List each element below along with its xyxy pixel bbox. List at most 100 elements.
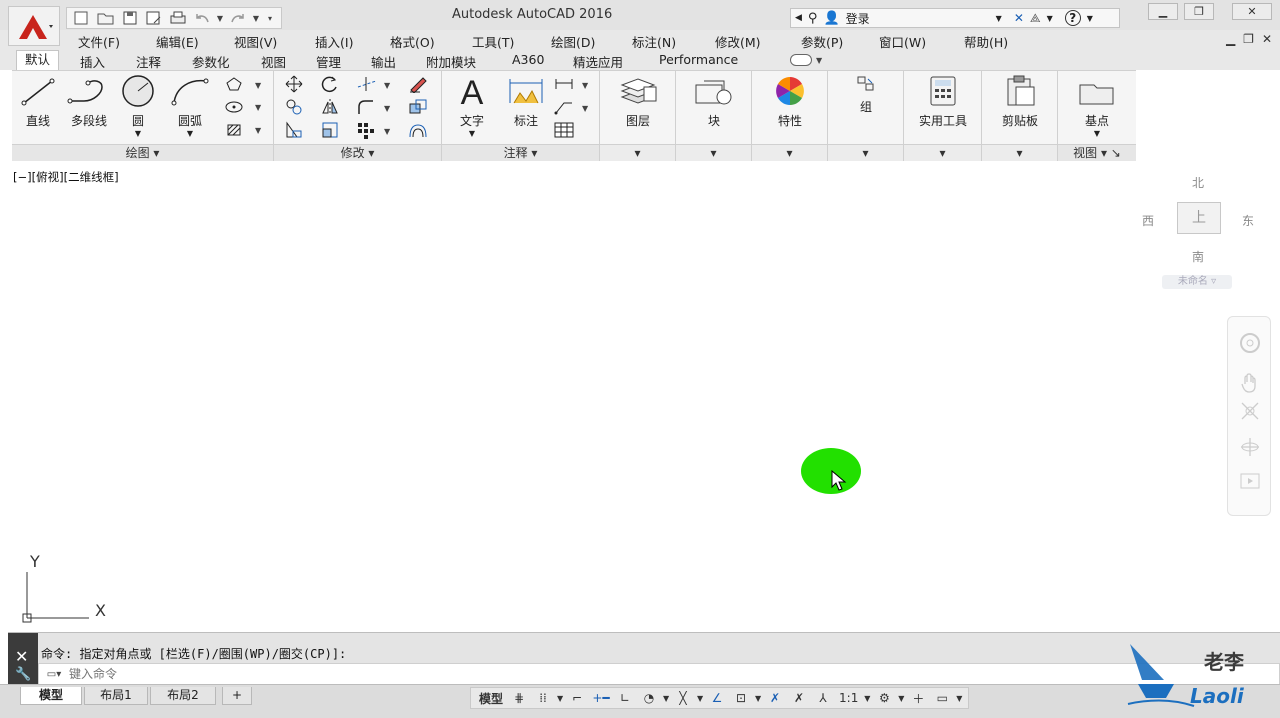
doc-close-icon[interactable]: ✕ xyxy=(1262,32,1272,46)
properties-dropdown-icon[interactable]: ▾ xyxy=(752,144,827,161)
polyline-button[interactable]: 多段线 xyxy=(66,75,112,129)
pan-icon[interactable] xyxy=(1236,369,1264,397)
tab-layout1[interactable]: 布局1 xyxy=(84,687,148,705)
circle-button[interactable]: 圆 ▼ xyxy=(116,75,160,138)
arc-button[interactable]: 圆弧 ▼ xyxy=(168,75,212,138)
command-line-customize-icon[interactable]: 🔧 xyxy=(15,667,31,682)
annotation-scale-icon[interactable]: ⅄ xyxy=(811,688,835,708)
dynamic-input-icon[interactable]: ⌐ xyxy=(565,688,589,708)
block-dropdown-icon[interactable]: ▾ xyxy=(676,144,751,161)
hatch-icon[interactable] xyxy=(224,121,244,139)
restore-button[interactable]: ❐ xyxy=(1184,3,1214,20)
tab-default[interactable]: 默认 xyxy=(16,50,60,70)
text-button[interactable]: A 文字 ▼ xyxy=(452,74,492,138)
leader-icon[interactable] xyxy=(554,98,574,116)
tab-a360[interactable]: A360 xyxy=(512,52,544,67)
base-point-dropdown-icon[interactable]: ▼ xyxy=(1072,129,1122,138)
groups-dropdown-icon[interactable]: ▾ xyxy=(828,144,903,161)
rotate-icon[interactable] xyxy=(320,75,340,93)
tab-performance[interactable]: Performance xyxy=(659,52,738,67)
tab-model[interactable]: 模型 xyxy=(20,687,82,705)
ribbon-toggle-dropdown-icon[interactable]: ▼ xyxy=(816,56,822,65)
clipboard-dropdown-icon[interactable]: ▾ xyxy=(982,144,1057,161)
polygon-icon[interactable] xyxy=(224,75,244,93)
model-space-toggle[interactable]: 模型 xyxy=(475,688,507,708)
tab-addins[interactable]: 附加模块 xyxy=(426,52,476,71)
scale-dropdown-icon[interactable]: ▼ xyxy=(862,694,872,703)
showmotion-icon[interactable] xyxy=(1236,467,1264,495)
quick-properties-icon[interactable]: ▭ xyxy=(930,688,954,708)
text-dropdown-icon[interactable]: ▼ xyxy=(452,129,492,138)
erase-icon[interactable] xyxy=(408,75,428,93)
help-icon[interactable]: ? xyxy=(1064,10,1081,26)
redo-icon[interactable] xyxy=(227,9,249,27)
auto-scale-icon[interactable]: ✗ xyxy=(787,688,811,708)
binoculars-icon[interactable]: ⚲ xyxy=(808,11,818,26)
panel-layers[interactable]: 图层 ▾ xyxy=(600,71,676,161)
viewport-controls[interactable]: [−][俯视][二维线框] xyxy=(13,169,119,185)
close-button[interactable]: ✕ xyxy=(1232,3,1272,20)
menu-format[interactable]: 格式(O) xyxy=(390,32,472,51)
doc-minimize-icon[interactable]: ▁ xyxy=(1226,32,1235,46)
tab-view[interactable]: 视图 xyxy=(261,52,286,71)
tab-parametric[interactable]: 参数化 xyxy=(192,52,230,71)
tab-layout2[interactable]: 布局2 xyxy=(150,687,216,705)
panel-utilities[interactable]: 实用工具 ▾ xyxy=(904,71,982,161)
snap-mode-icon[interactable]: ⁞⁞ xyxy=(531,688,555,708)
line-button[interactable]: 直线 xyxy=(18,75,58,129)
quick-properties-dropdown-icon[interactable]: ▼ xyxy=(954,694,964,703)
isodraft-icon[interactable]: ╳ xyxy=(671,688,695,708)
exchange-apps-icon[interactable]: ✕ xyxy=(1014,11,1024,25)
menu-parametric[interactable]: 参数(P) xyxy=(801,32,879,51)
command-input[interactable] xyxy=(69,667,469,681)
panel-modify-title[interactable]: 修改 ▾ xyxy=(274,144,441,161)
linear-dimension-icon[interactable] xyxy=(554,75,574,93)
panel-block[interactable]: 块 ▾ xyxy=(676,71,752,161)
stretch-icon[interactable] xyxy=(284,121,304,139)
polar-tracking-icon[interactable]: ◔ xyxy=(637,688,661,708)
layers-dropdown-icon[interactable]: ▾ xyxy=(600,144,675,161)
tab-insert[interactable]: 插入 xyxy=(80,52,105,71)
array-icon[interactable] xyxy=(356,121,376,139)
undo-dropdown-icon[interactable]: ▼ xyxy=(215,14,225,23)
panel-annotation-title[interactable]: 注释 ▾ xyxy=(442,144,599,161)
viewcube-north[interactable]: 北 xyxy=(1192,174,1204,191)
annotation-monitor-icon[interactable]: ＋ xyxy=(906,688,930,708)
open-file-icon[interactable] xyxy=(95,9,117,27)
orbit-icon[interactable] xyxy=(1236,433,1264,461)
a360-dropdown-icon[interactable]: ▼ xyxy=(1047,14,1053,23)
trim-icon[interactable] xyxy=(356,75,376,93)
tab-featured-apps[interactable]: 精选应用 xyxy=(573,52,623,71)
clipboard-button[interactable]: 剪贴板 xyxy=(988,75,1052,129)
undo-icon[interactable] xyxy=(191,9,213,27)
object-snap-dropdown-icon[interactable]: ▼ xyxy=(753,694,763,703)
array-dropdown-icon[interactable]: ▼ xyxy=(384,127,390,136)
ellipse-icon[interactable] xyxy=(224,98,244,116)
new-layout-button[interactable]: + xyxy=(222,687,252,705)
circle-dropdown-icon[interactable]: ▼ xyxy=(116,129,160,138)
arc-dropdown-icon[interactable]: ▼ xyxy=(168,129,212,138)
snap-dropdown-icon[interactable]: ▼ xyxy=(555,694,565,703)
plot-icon[interactable] xyxy=(167,9,189,27)
application-menu-button[interactable] xyxy=(8,6,60,46)
customize-qat-icon[interactable]: ▾ xyxy=(263,14,277,23)
command-prompt-icon[interactable]: ▭▾ xyxy=(39,669,69,680)
viewcube-south[interactable]: 南 xyxy=(1192,248,1204,265)
menu-edit[interactable]: 编辑(E) xyxy=(156,32,234,51)
base-point-button[interactable]: 基点 ▼ xyxy=(1072,75,1122,138)
menu-modify[interactable]: 修改(M) xyxy=(715,32,801,51)
login-dropdown-icon[interactable]: ▼ xyxy=(996,14,1002,23)
object-snap-icon[interactable]: ⊡ xyxy=(729,688,753,708)
move-icon[interactable] xyxy=(284,75,304,93)
layers-button[interactable]: 图层 xyxy=(614,75,662,129)
linear-dimension-dropdown-icon[interactable]: ▼ xyxy=(582,81,588,90)
tab-output[interactable]: 输出 xyxy=(371,52,396,71)
polygon-dropdown-icon[interactable]: ▼ xyxy=(255,81,261,90)
explode-icon[interactable] xyxy=(408,98,428,116)
workspace-dropdown-icon[interactable]: ▼ xyxy=(896,694,906,703)
menu-window[interactable]: 窗口(W) xyxy=(879,32,964,51)
tab-manage[interactable]: 管理 xyxy=(316,52,341,71)
viewcube[interactable]: 北 西 东 南 上 未命名 ▿ xyxy=(1140,170,1260,290)
new-file-icon[interactable] xyxy=(71,9,93,27)
panel-view-title[interactable]: 视图 ▾ ↘ xyxy=(1058,144,1136,161)
